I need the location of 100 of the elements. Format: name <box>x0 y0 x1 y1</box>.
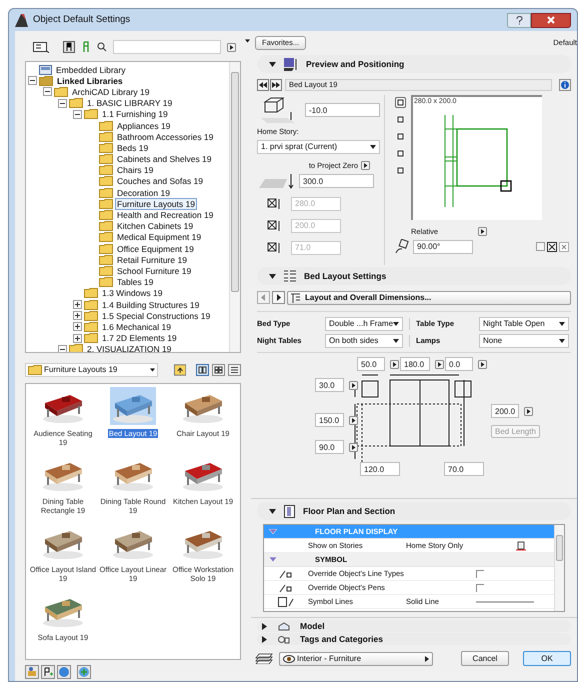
expand-icon[interactable] <box>73 334 82 343</box>
tree-item[interactable]: Health and Recreation 19 <box>115 209 216 222</box>
grid-view-icon[interactable] <box>212 364 225 376</box>
next-icon[interactable] <box>270 79 282 91</box>
tree-item[interactable]: 1. BASIC LIBRARY 19 <box>85 97 174 110</box>
view-mode-icon[interactable] <box>395 114 406 125</box>
section-header[interactable]: Model <box>257 620 571 632</box>
previous-icon[interactable] <box>257 79 269 91</box>
tree-item[interactable]: Kitchen Cabinets 19 <box>115 220 196 232</box>
dimension-field[interactable]: 120.0 <box>360 462 400 476</box>
tree-item[interactable]: Medical Equipment 19 <box>115 231 204 244</box>
help-button[interactable] <box>507 12 531 28</box>
expand-icon[interactable] <box>73 300 82 310</box>
arrow-button-icon[interactable] <box>349 442 358 452</box>
arrow-button-icon[interactable] <box>349 416 358 424</box>
library-manager-icon[interactable] <box>25 665 39 679</box>
panel-layout-icon[interactable] <box>33 42 49 52</box>
tree-item[interactable]: 1.1 Furnishing 19 <box>100 108 170 120</box>
collapse-icon[interactable] <box>43 87 52 96</box>
collapse-icon[interactable] <box>58 344 67 352</box>
tree-item[interactable]: Furniture Layouts 19 <box>115 198 197 210</box>
tree-item[interactable]: Decoration 19 <box>115 186 172 199</box>
page-selector-button[interactable]: Layout and Overall Dimensions... <box>287 290 571 304</box>
dimension-field[interactable]: 150.0 <box>315 413 344 427</box>
arrow-button-icon[interactable] <box>349 380 358 390</box>
dimension-field[interactable]: 50.0 <box>357 357 385 371</box>
dropdown[interactable]: 1. prvi sprat (Current) <box>257 140 380 154</box>
tree-item[interactable]: 1.6 Mechanical 19 <box>100 320 173 333</box>
dropdown[interactable]: Night Table Open <box>479 317 569 331</box>
tree-item[interactable]: Office Equipment 19 <box>115 242 196 255</box>
list-view-icon[interactable] <box>228 364 241 376</box>
dimension-field[interactable]: 180.0 <box>400 357 430 371</box>
collapse-icon[interactable] <box>28 76 37 86</box>
tree-item[interactable]: School Furniture 19 <box>115 264 194 277</box>
arrow-button-icon[interactable] <box>478 227 488 236</box>
dropdown[interactable]: On both sides <box>325 334 403 348</box>
tree-item[interactable]: Linked Libraries <box>55 74 125 87</box>
object-filter-icon[interactable] <box>63 41 75 53</box>
checkbox[interactable] <box>476 584 484 592</box>
collapse-icon[interactable] <box>58 98 67 108</box>
object-thumbnail[interactable] <box>110 387 156 425</box>
add-object-icon[interactable] <box>41 665 55 679</box>
elevation-field[interactable]: 300.0 <box>299 174 374 188</box>
tree-item[interactable]: 1.7 2D Elements 19 <box>100 332 179 344</box>
layer-dropdown[interactable]: Interior - Furniture <box>279 652 433 666</box>
tree-item[interactable]: ArchiCAD Library 19 <box>70 86 152 98</box>
expanded-arrow-icon[interactable] <box>269 60 276 68</box>
dimension-field[interactable]: 70.0 <box>444 462 484 476</box>
tree-item[interactable]: Appliances 19 <box>115 120 172 132</box>
elevation-field[interactable]: -10.0 <box>305 103 380 117</box>
view-mode-icon[interactable] <box>395 165 406 176</box>
tree-item[interactable]: 1.4 Building Structures 19 <box>100 298 202 311</box>
collapse-arrow-icon[interactable] <box>244 39 250 43</box>
section-header[interactable]: Preview and Positioning <box>257 55 571 73</box>
close-button[interactable] <box>531 12 571 28</box>
dimension-field[interactable]: 0.0 <box>445 357 473 371</box>
arrow-button-icon[interactable] <box>435 360 444 368</box>
view-mode-icon[interactable] <box>395 148 406 159</box>
scrollbar[interactable] <box>554 525 564 611</box>
folder-up-icon[interactable] <box>174 364 186 376</box>
search-field[interactable] <box>113 40 221 54</box>
dimension-field[interactable]: 30.0 <box>315 378 344 392</box>
expand-icon[interactable] <box>73 311 82 320</box>
tree-item[interactable]: 1.3 Windows 19 <box>100 287 164 300</box>
dimension-field[interactable]: 90.0 <box>315 440 344 454</box>
collapsed-arrow-icon[interactable] <box>261 622 268 630</box>
cancel-button[interactable]: Cancel <box>461 651 509 666</box>
collapsed-arrow-icon[interactable] <box>261 636 268 642</box>
tree-item[interactable]: Couches and Sofas 19 <box>115 175 206 188</box>
arrow-button-icon[interactable] <box>227 42 236 52</box>
mirror-checkbox[interactable] <box>536 242 545 251</box>
tree-item[interactable]: 2. VISUALIZATION 19 <box>85 343 174 352</box>
section-header[interactable]: Tags and Categories <box>257 633 571 645</box>
dropdown[interactable]: Double ...h Frame <box>325 317 403 331</box>
ok-button[interactable]: OK <box>523 651 571 666</box>
mirror-icon[interactable] <box>547 242 557 252</box>
dropdown[interactable]: None <box>479 334 569 348</box>
angle-field[interactable]: 90.00° <box>413 240 473 254</box>
tree-item[interactable]: Bathroom Accessories 19 <box>115 130 216 143</box>
checkbox[interactable] <box>476 570 484 578</box>
next-icon[interactable] <box>272 291 285 304</box>
scrollbar[interactable] <box>229 62 240 352</box>
dimension-field[interactable]: 200.0 <box>491 404 519 418</box>
tree-item[interactable]: Beds 19 <box>115 142 150 154</box>
expand-icon[interactable] <box>73 322 82 332</box>
tree-item[interactable]: Tables 19 <box>115 276 156 288</box>
grid-view-icon[interactable] <box>196 364 209 376</box>
view-mode-icon[interactable] <box>395 131 406 142</box>
tree-item[interactable]: 1.5 Special Constructions 19 <box>100 310 212 322</box>
section-header[interactable]: Bed Layout Settings <box>257 267 571 285</box>
tree-item[interactable]: Retail Furniture 19 <box>115 254 189 266</box>
view-mode-icon[interactable] <box>395 97 406 108</box>
search-icon[interactable] <box>97 42 107 52</box>
expanded-arrow-icon[interactable] <box>269 508 276 514</box>
collapse-icon[interactable] <box>73 110 82 119</box>
arrow-button-icon[interactable] <box>478 360 487 368</box>
tree-item[interactable]: Embedded Library <box>54 64 128 76</box>
globe-add-icon[interactable] <box>77 665 91 679</box>
folder-dropdown[interactable]: Furniture Layouts 19 <box>25 363 158 377</box>
arrow-button-icon[interactable] <box>390 360 399 368</box>
